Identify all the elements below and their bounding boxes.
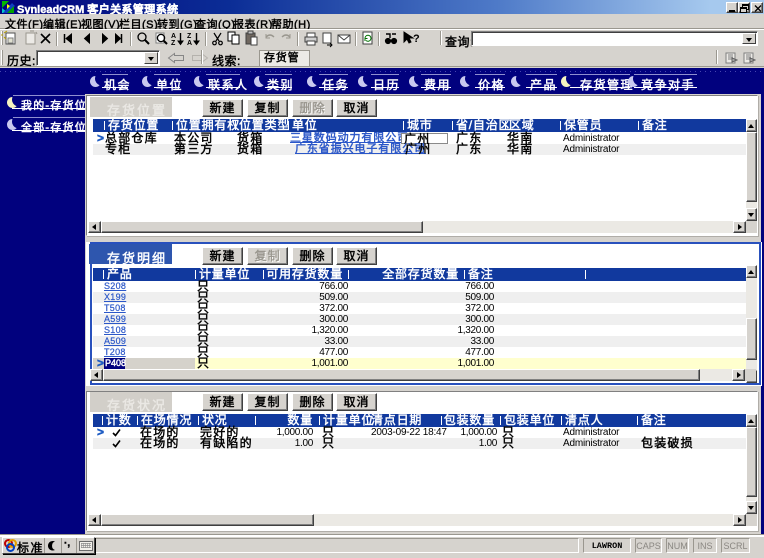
svg-text:A: A — [171, 33, 176, 40]
svg-text:Z: Z — [187, 33, 192, 40]
svg-text:Z: Z — [171, 40, 176, 47]
svg-text:A: A — [187, 40, 192, 47]
svg-text:?: ? — [413, 33, 420, 45]
